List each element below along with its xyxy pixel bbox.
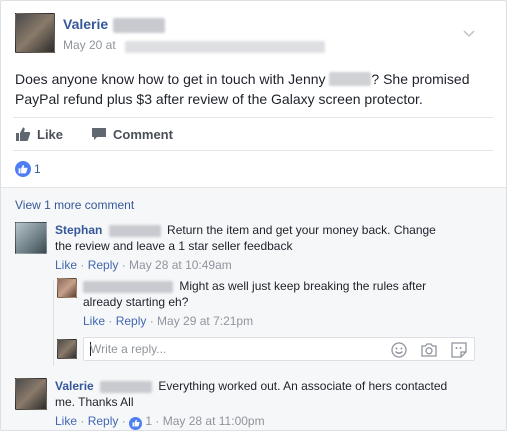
like-reaction-icon — [129, 416, 143, 430]
comment-text: Valerie Everything worked out. An associ… — [55, 378, 465, 410]
comment-meta: Like · Reply · 1 · May 28 at 11:00pm — [55, 414, 265, 430]
reply-like-link[interactable]: Like — [83, 314, 105, 328]
comment-reply-link[interactable]: Reply — [88, 258, 119, 272]
comment-date[interactable]: May 28 at 11:00pm — [163, 414, 265, 428]
reply-reply-link[interactable]: Reply — [116, 314, 147, 328]
comment-stephan: Stephan Return the item and get your mon… — [15, 222, 495, 272]
current-user-avatar — [57, 339, 77, 359]
comments-section: View 1 more comment Stephan Return the i… — [1, 187, 506, 430]
comment-like-link[interactable]: Like — [55, 414, 77, 428]
reply-date[interactable]: May 29 at 7:21pm — [157, 314, 253, 328]
reply-text: Might as well just keep breaking the rul… — [83, 278, 453, 310]
reply-thread-line — [53, 280, 54, 366]
view-more-comments-link[interactable]: View 1 more comment — [15, 198, 134, 212]
redacted-surname — [100, 380, 153, 393]
post-text-part1: Does anyone know how to get in touch wit… — [15, 71, 326, 87]
comment-text: Stephan Return the item and get your mon… — [55, 222, 455, 254]
redacted-replier-name — [83, 280, 173, 293]
redacted-surname — [108, 224, 161, 237]
thumbs-up-icon — [16, 127, 31, 141]
commenter-avatar[interactable] — [15, 222, 47, 254]
like-button[interactable]: Like — [15, 126, 63, 142]
reaction-count: 1 — [34, 162, 41, 176]
reply-input[interactable] — [90, 341, 380, 357]
comment-meta: Like · Reply · May 28 at 10:49am — [55, 258, 232, 272]
chevron-down-icon[interactable] — [463, 27, 475, 39]
reply-meta: Like · Reply · May 29 at 7:21pm — [83, 314, 254, 328]
reactions-summary[interactable]: 1 — [15, 161, 41, 177]
redacted-meta — [125, 41, 325, 53]
like-reaction-icon — [15, 161, 31, 177]
emoji-icon[interactable] — [390, 341, 408, 359]
comment-reaction-count[interactable]: 1 — [145, 414, 152, 428]
reply-box[interactable] — [83, 337, 475, 361]
comment-valerie: Valerie Everything worked out. An associ… — [15, 378, 495, 430]
comment-date[interactable]: May 28 at 10:49am — [129, 258, 232, 272]
post-card: Valerie May 20 at Does anyone know how t… — [0, 0, 507, 431]
post-date[interactable]: May 20 at — [63, 38, 116, 52]
like-button-label: Like — [37, 126, 64, 142]
redacted-name — [329, 72, 372, 86]
post-actions-bar: Like Comment — [13, 117, 493, 151]
comment-button-label: Comment — [113, 126, 173, 142]
post-author-name[interactable]: Valerie — [63, 16, 108, 32]
comment-author[interactable]: Valerie — [55, 379, 94, 393]
comment-button[interactable]: Comment — [91, 126, 173, 142]
comment-reply-link[interactable]: Reply — [88, 414, 119, 428]
comment-author[interactable]: Stephan — [55, 223, 102, 237]
post-header: Valerie May 20 at — [15, 13, 485, 57]
replier-avatar[interactable] — [57, 278, 77, 298]
comment-like-link[interactable]: Like — [55, 258, 77, 272]
comment-icon — [92, 128, 106, 140]
post-text: Does anyone know how to get in touch wit… — [15, 69, 495, 109]
commenter-avatar[interactable] — [15, 378, 47, 410]
author-avatar[interactable] — [15, 13, 55, 53]
reply-comment: Might as well just keep breaking the rul… — [57, 278, 477, 328]
sticker-icon[interactable] — [450, 341, 468, 359]
redacted-surname — [113, 18, 165, 33]
camera-icon[interactable] — [420, 341, 438, 359]
